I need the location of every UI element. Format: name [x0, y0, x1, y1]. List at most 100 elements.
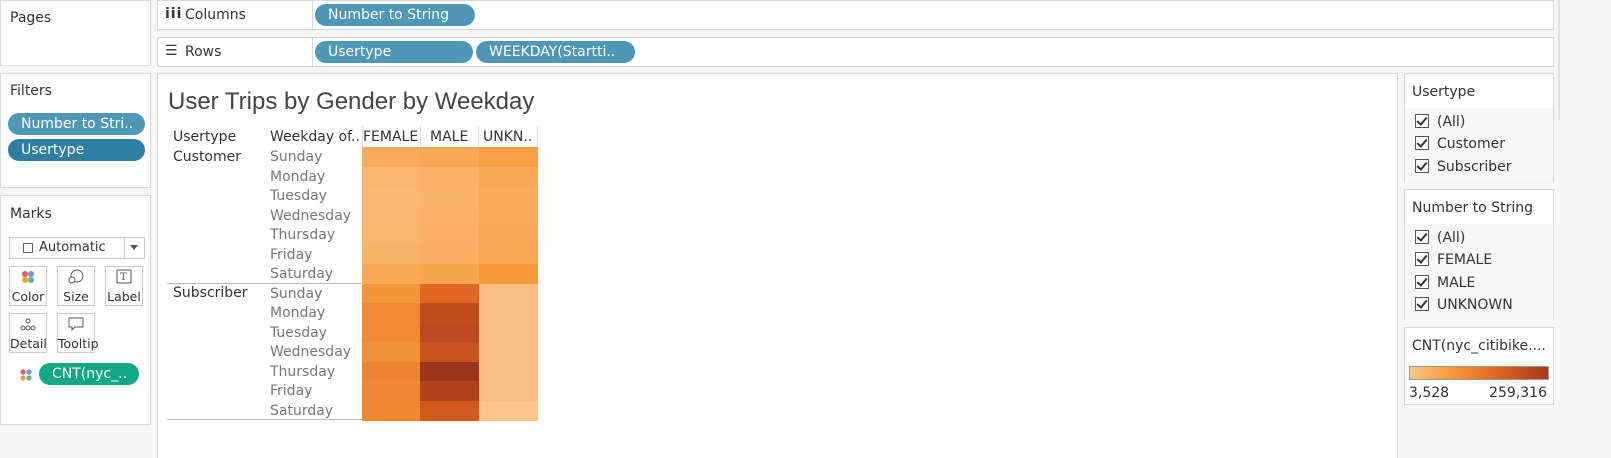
- heatmap-cell[interactable]: [362, 400, 421, 421]
- filters-shelf[interactable]: Filters Number to Stri.. Usertype: [0, 73, 151, 188]
- heatmap-cell[interactable]: [420, 283, 480, 304]
- heatmap-cell[interactable]: [362, 205, 421, 226]
- heatmap-cell[interactable]: [478, 264, 538, 284]
- heatmap-cell[interactable]: [420, 322, 480, 343]
- heatmap-cell[interactable]: [478, 166, 538, 187]
- heatmap-cell[interactable]: [478, 225, 538, 245]
- heatmap-cell[interactable]: [478, 205, 538, 226]
- weekday-label[interactable]: Sunday: [270, 149, 322, 165]
- heatmap-cell[interactable]: [420, 400, 480, 421]
- header-female[interactable]: FEMALE: [363, 129, 418, 145]
- heatmap-cell[interactable]: [478, 342, 538, 362]
- group-label-subscriber[interactable]: Subscriber: [173, 285, 248, 301]
- filter-pill-gender[interactable]: Number to Stri..: [8, 113, 145, 135]
- rows-label: Rows: [185, 44, 222, 60]
- rows-pill-usertype[interactable]: Usertype: [315, 41, 473, 63]
- gender-checkbox-female[interactable]: [1415, 252, 1429, 266]
- gender-option-female[interactable]: FEMALE: [1437, 252, 1492, 268]
- heatmap-cell[interactable]: [362, 381, 421, 401]
- heatmap-cell[interactable]: [478, 400, 538, 421]
- weekday-label[interactable]: Wednesday: [270, 344, 351, 360]
- heatmap-cell[interactable]: [362, 303, 421, 323]
- heatmap-cell[interactable]: [362, 283, 421, 304]
- heatmap-cell[interactable]: [362, 322, 421, 343]
- label-button[interactable]: T Label: [105, 266, 143, 306]
- weekday-label[interactable]: Sunday: [270, 286, 322, 302]
- header-weekday[interactable]: Weekday of..: [270, 129, 360, 145]
- color-legend-card: CNT(nyc_citibike.... 3,528 259,316: [1404, 327, 1554, 405]
- group-label-customer[interactable]: Customer: [173, 149, 241, 165]
- heatmap-cell[interactable]: [420, 244, 480, 265]
- heatmap-cell[interactable]: [478, 186, 538, 206]
- size-button[interactable]: Size: [57, 266, 95, 306]
- tooltip-button[interactable]: Tooltip: [57, 313, 99, 353]
- columns-shelf[interactable]: iii Columns Number to String: [157, 0, 1554, 31]
- heatmap-cell[interactable]: [420, 186, 480, 206]
- gender-checkbox-male[interactable]: [1415, 275, 1429, 289]
- heatmap-cell[interactable]: [420, 205, 480, 226]
- filter-pill-usertype[interactable]: Usertype: [8, 139, 145, 161]
- heatmap-cell[interactable]: [478, 283, 538, 304]
- color-pill-cnt[interactable]: CNT(nyc_..: [39, 363, 139, 385]
- weekday-label[interactable]: Thursday: [270, 227, 335, 243]
- heatmap-cell[interactable]: [478, 147, 538, 167]
- heatmap-cell[interactable]: [478, 381, 538, 401]
- columns-icon: iii: [165, 6, 183, 22]
- header-usertype[interactable]: Usertype: [173, 129, 236, 145]
- header-unknown[interactable]: UNKN..: [483, 129, 532, 145]
- heatmap-cell[interactable]: [420, 381, 480, 401]
- heatmap-cell[interactable]: [478, 244, 538, 265]
- heatmap-cell[interactable]: [362, 147, 421, 167]
- detail-icon: [10, 314, 46, 336]
- header-divider: [362, 126, 363, 147]
- heatmap-cell[interactable]: [420, 342, 480, 362]
- usertype-option-all[interactable]: (All): [1437, 114, 1465, 130]
- heatmap-cell[interactable]: [362, 361, 421, 382]
- rows-shelf[interactable]: ☰ Rows Usertype WEEKDAY(Startti..: [157, 37, 1554, 68]
- usertype-checkbox-subscriber[interactable]: [1415, 159, 1429, 173]
- heatmap-cell[interactable]: [362, 166, 421, 187]
- heatmap-cell[interactable]: [420, 264, 480, 284]
- heatmap-cell[interactable]: [478, 322, 538, 343]
- gender-checkbox-all[interactable]: [1415, 230, 1429, 244]
- heatmap-cell[interactable]: [362, 244, 421, 265]
- weekday-label[interactable]: Wednesday: [270, 208, 351, 224]
- weekday-label[interactable]: Friday: [270, 383, 312, 399]
- weekday-label[interactable]: Tuesday: [270, 325, 327, 341]
- gender-option-all[interactable]: (All): [1437, 230, 1465, 246]
- mark-type-dropdown[interactable]: Automatic: [9, 237, 145, 259]
- heatmap-cell[interactable]: [362, 186, 421, 206]
- heatmap-cell[interactable]: [420, 147, 480, 167]
- header-male[interactable]: MALE: [430, 129, 468, 145]
- color-button[interactable]: Color: [9, 266, 47, 306]
- heatmap-cell[interactable]: [420, 166, 480, 187]
- weekday-label[interactable]: Friday: [270, 247, 312, 263]
- weekday-label[interactable]: Monday: [270, 169, 325, 185]
- heatmap-cell[interactable]: [362, 225, 421, 245]
- columns-pill[interactable]: Number to String: [315, 4, 475, 26]
- gender-checkbox-unknown[interactable]: [1415, 297, 1429, 311]
- weekday-label[interactable]: Saturday: [270, 266, 333, 282]
- weekday-label[interactable]: Thursday: [270, 364, 335, 380]
- gender-option-unknown[interactable]: UNKNOWN: [1437, 297, 1513, 313]
- weekday-label[interactable]: Saturday: [270, 403, 333, 419]
- heatmap-cell[interactable]: [478, 303, 538, 323]
- detail-button[interactable]: Detail: [9, 313, 47, 353]
- usertype-option-customer[interactable]: Customer: [1437, 136, 1505, 152]
- vertical-scrollbar[interactable]: [1558, 0, 1560, 120]
- gender-option-male[interactable]: MALE: [1437, 275, 1475, 291]
- heatmap-cell[interactable]: [420, 303, 480, 323]
- usertype-checkbox-all[interactable]: [1415, 114, 1429, 128]
- weekday-label[interactable]: Monday: [270, 305, 325, 321]
- viz-title: User Trips by Gender by Weekday: [168, 88, 535, 115]
- rows-pill-weekday[interactable]: WEEKDAY(Startti..: [476, 41, 635, 63]
- pages-shelf[interactable]: Pages: [0, 0, 151, 66]
- heatmap-cell[interactable]: [362, 342, 421, 362]
- weekday-label[interactable]: Tuesday: [270, 188, 327, 204]
- heatmap-cell[interactable]: [420, 225, 480, 245]
- heatmap-cell[interactable]: [478, 361, 538, 382]
- heatmap-cell[interactable]: [362, 264, 421, 284]
- heatmap-cell[interactable]: [420, 361, 480, 382]
- usertype-checkbox-customer[interactable]: [1415, 136, 1429, 150]
- usertype-option-subscriber[interactable]: Subscriber: [1437, 159, 1512, 175]
